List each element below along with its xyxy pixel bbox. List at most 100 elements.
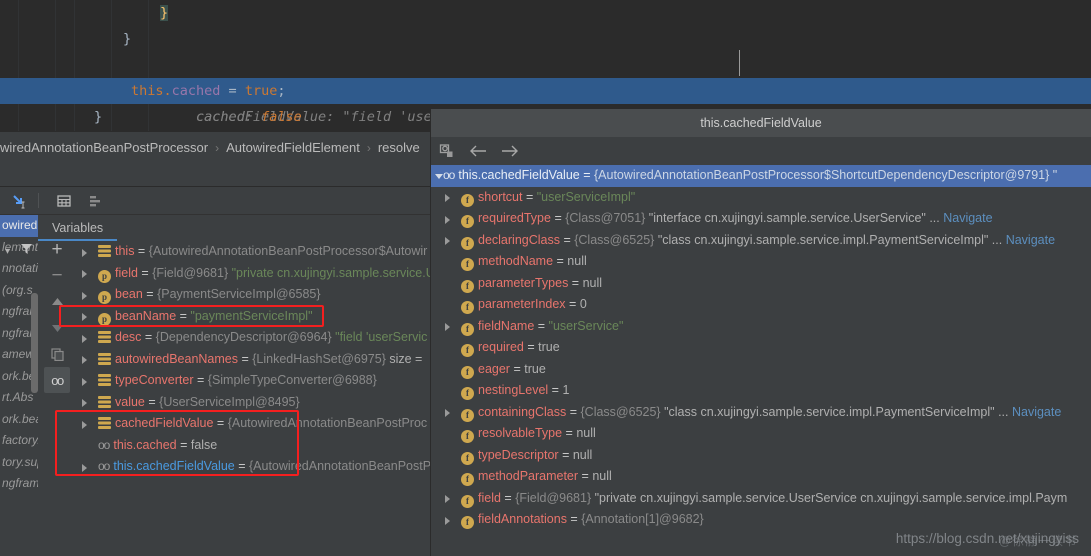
inspector-row[interactable]: f resolvableType = null — [431, 423, 1091, 445]
expand-arrow-icon[interactable] — [82, 377, 87, 386]
variable-row-cachedfieldvalue[interactable]: cachedFieldValue = {AutowiredAnnotationB… — [76, 413, 430, 435]
expand-arrow-icon[interactable] — [82, 399, 87, 407]
field-icon: f — [461, 430, 474, 443]
watches-icon[interactable]: oo — [44, 367, 70, 393]
table-view-icon[interactable] — [51, 190, 77, 212]
move-down-icon[interactable] — [44, 315, 70, 341]
variable-row[interactable]: p field = {Field@9681} "private cn.xujing… — [76, 263, 430, 285]
inspector-popup[interactable]: this.cachedFieldValue oo this.cachedFiel… — [430, 108, 1091, 556]
variables-filter-strip: ▾ — [0, 236, 38, 266]
expand-arrow-icon[interactable] — [82, 356, 87, 364]
variables-tree[interactable]: this = {AutowiredAnnotationBeanPostProce… — [76, 241, 430, 556]
chevron-right-icon: › — [215, 140, 220, 155]
variable-row-beanname[interactable]: p beanName = "paymentServiceImpl" — [76, 306, 430, 328]
variable-row[interactable]: typeConverter = {SimpleTypeConverter@698… — [76, 370, 430, 392]
navigate-link[interactable]: Navigate — [1012, 405, 1061, 419]
variable-ref: {DependencyDescriptor@6964} — [155, 330, 332, 344]
frames-scrollbar[interactable] — [31, 293, 38, 393]
collapse-arrow-icon[interactable] — [435, 174, 443, 183]
move-up-icon[interactable] — [44, 289, 70, 315]
equals-sign: = — [144, 394, 160, 409]
frame-row[interactable]: tory.sup — [0, 452, 38, 474]
inspector-row[interactable]: f field = {Field@9681} "private cn.xujing… — [431, 488, 1091, 510]
variable-row[interactable]: p bean = {PaymentServiceImpl@6585} — [76, 284, 430, 306]
field-name: eager — [478, 361, 510, 376]
equals-sign: = — [562, 426, 577, 440]
inspector-row[interactable]: f containingClass = {Class@6525} "class c… — [431, 402, 1091, 424]
inspector-tree[interactable]: oo this.cachedFieldValue = {AutowiredAnno… — [431, 165, 1091, 556]
inspector-root-row[interactable]: oo this.cachedFieldValue = {AutowiredAnno… — [431, 165, 1091, 187]
inspector-row[interactable]: f typeDescriptor = null — [431, 445, 1091, 467]
chevron-down-icon[interactable]: ▾ — [5, 246, 10, 257]
expand-arrow-icon[interactable] — [445, 237, 450, 245]
expand-arrow-icon[interactable] — [82, 313, 87, 321]
watch-row-this-cached[interactable]: oo this.cached = false — [76, 435, 430, 457]
variable-name: this — [115, 244, 135, 258]
inspector-row[interactable]: f shortcut = "userServiceImpl" — [431, 187, 1091, 209]
code-line-3[interactable]: this.cachedFieldValue = cachedFieldValue… — [0, 52, 1091, 125]
equals-sign: = — [142, 287, 158, 301]
expand-arrow-icon[interactable] — [445, 516, 450, 525]
inspector-row[interactable]: f methodParameter = null — [431, 466, 1091, 488]
code-line-2[interactable]: } — [0, 26, 1091, 52]
frames-list[interactable]: owired lement nnotati (org.s ngfram ngfr… — [0, 215, 38, 556]
copy-icon[interactable] — [44, 341, 70, 367]
inspector-row[interactable]: f parameterTypes = null — [431, 273, 1091, 295]
equals-sign: = — [534, 318, 549, 333]
stack-icon — [98, 374, 111, 386]
frame-row[interactable]: owired — [0, 215, 38, 237]
equals-sign: = — [213, 416, 228, 430]
breadcrumb-item-0[interactable]: wiredAnnotationBeanPostProcessor — [0, 140, 208, 155]
navigate-link[interactable]: Navigate — [1006, 233, 1055, 247]
variable-row[interactable]: this = {AutowiredAnnotationBeanPostProce… — [76, 241, 430, 263]
variable-string: "private cn.xujingyi.sample.service.U — [228, 265, 430, 280]
jump-to-source-icon[interactable] — [6, 190, 32, 212]
inspector-row[interactable]: f declaringClass = {Class@6525} "class cn… — [431, 230, 1091, 252]
expand-arrow-icon[interactable] — [445, 194, 450, 202]
variable-row[interactable]: value = {UserServiceImpl@8495} — [76, 392, 430, 414]
inspector-row[interactable]: f nestingLevel = 1 — [431, 380, 1091, 402]
inspector-row[interactable]: f fieldName = "userService" — [431, 316, 1091, 338]
expand-arrow-icon[interactable] — [82, 334, 87, 343]
back-arrow-icon[interactable] — [469, 144, 487, 158]
inspector-row[interactable]: f methodName = null — [431, 251, 1091, 273]
expand-arrow-icon[interactable] — [82, 463, 87, 472]
expand-arrow-icon[interactable] — [82, 248, 87, 257]
group-by-icon[interactable] — [83, 190, 109, 212]
field-name: fieldAnnotations — [478, 512, 567, 526]
inspector-row[interactable]: f parameterIndex = 0 — [431, 294, 1091, 316]
inspector-row[interactable]: f eager = true — [431, 359, 1091, 381]
watch-row-this-cachedfieldvalue[interactable]: oo this.cachedFieldValue = {AutowiredAnno… — [76, 456, 430, 478]
inspector-row[interactable]: f fieldAnnotations = {Annotation[1]@9682} — [431, 509, 1091, 531]
code-literal-true: true — [244, 83, 278, 99]
inspector-row[interactable]: f required = true — [431, 337, 1091, 359]
expand-arrow-icon[interactable] — [445, 323, 450, 331]
filter-icon[interactable] — [20, 242, 33, 260]
code-line-1[interactable]: } — [0, 0, 1091, 26]
inspector-row[interactable]: f requiredType = {Class@7051} "interface … — [431, 208, 1091, 230]
code-line-4-current[interactable]: this.cached = true; cached: false — [0, 78, 1091, 125]
variable-row[interactable]: autowiredBeanNames = {LinkedHashSet@6975… — [76, 349, 430, 371]
expand-arrow-icon[interactable] — [445, 215, 450, 224]
expand-arrow-icon[interactable] — [82, 291, 87, 300]
breadcrumb-item-2[interactable]: resolve — [378, 140, 420, 155]
remove-watch-icon[interactable]: − — [44, 263, 70, 289]
expand-arrow-icon[interactable] — [82, 270, 87, 278]
stack-icon — [98, 331, 111, 343]
add-to-watches-icon[interactable] — [439, 143, 455, 159]
variable-name: field — [115, 265, 138, 280]
field-icon: f — [461, 301, 474, 314]
navigate-link[interactable]: Navigate — [943, 211, 992, 225]
expand-arrow-icon[interactable] — [445, 409, 450, 417]
tab-variables[interactable]: Variables — [38, 215, 118, 241]
field-value: "class cn.xujingyi.sample.service.impl.P… — [660, 404, 995, 419]
field-icon: f — [461, 473, 474, 486]
frame-row[interactable]: ngframe — [0, 473, 38, 495]
frame-row[interactable]: factory. — [0, 430, 38, 452]
variable-row[interactable]: desc = {DependencyDescriptor@6964} "fiel… — [76, 327, 430, 349]
breadcrumb-item-1[interactable]: AutowiredFieldElement — [226, 140, 360, 155]
forward-arrow-icon[interactable] — [501, 144, 519, 158]
expand-arrow-icon[interactable] — [445, 495, 450, 503]
frame-row[interactable]: ork.bea — [0, 409, 38, 431]
expand-arrow-icon[interactable] — [82, 420, 87, 429]
